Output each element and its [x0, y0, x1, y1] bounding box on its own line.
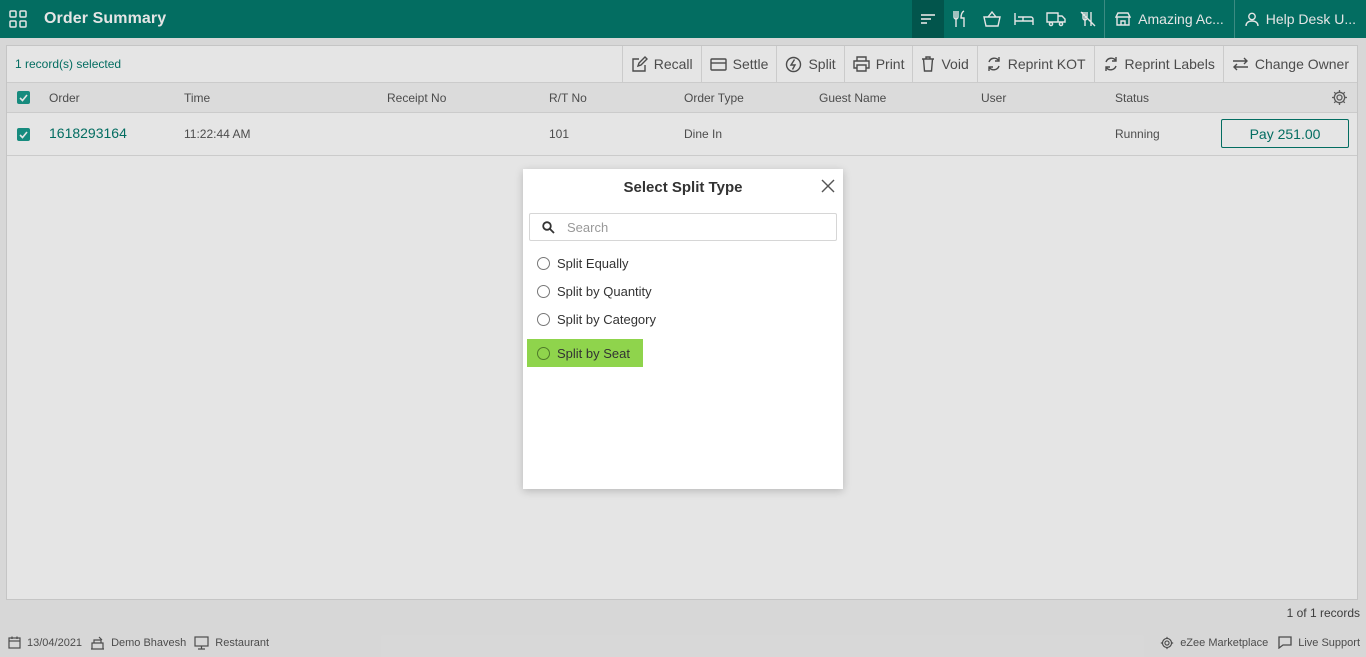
- split-type-dialog: Select Split Type Split Equally Split by…: [523, 169, 843, 489]
- option-label: Split Equally: [557, 255, 629, 271]
- radio-button[interactable]: [537, 284, 550, 298]
- option-label: Split by Seat: [557, 345, 630, 361]
- search-input[interactable]: [567, 219, 807, 235]
- option-label: Split by Category: [557, 311, 656, 327]
- split-by-category-option[interactable]: Split by Category: [527, 305, 656, 333]
- split-by-quantity-option[interactable]: Split by Quantity: [527, 277, 652, 305]
- split-by-seat-option[interactable]: Split by Seat: [527, 339, 643, 367]
- radio-button[interactable]: [537, 346, 550, 360]
- option-label: Split by Quantity: [557, 283, 652, 299]
- dialog-title: Select Split Type: [623, 179, 743, 196]
- radio-button[interactable]: [537, 256, 550, 270]
- close-icon[interactable]: [821, 179, 837, 195]
- split-equally-option[interactable]: Split Equally: [527, 249, 629, 277]
- search-icon: [542, 220, 555, 234]
- radio-button[interactable]: [537, 312, 550, 326]
- search-box: [529, 213, 837, 241]
